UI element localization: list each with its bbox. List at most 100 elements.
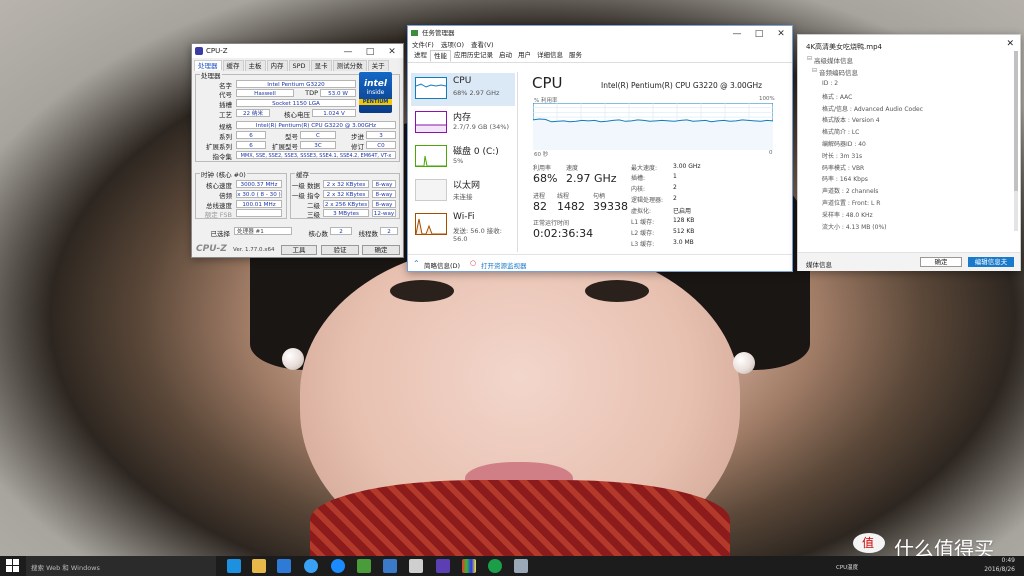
menu-view[interactable]: 查看(V) bbox=[471, 40, 494, 50]
store-icon[interactable] bbox=[277, 559, 291, 573]
processor-select[interactable]: 处理器 #1 bbox=[234, 227, 292, 235]
label-l1d: 一级 数据 bbox=[291, 182, 320, 190]
taskmgr-footer: ⌃ 简略信息(D) ○ 打开资源监视器 bbox=[408, 254, 792, 271]
value-model: C bbox=[300, 131, 336, 139]
tab-users[interactable]: 用户 bbox=[515, 50, 534, 62]
close-icon[interactable]: ✕ bbox=[770, 26, 792, 42]
kugou-icon[interactable] bbox=[331, 559, 345, 573]
tab-performance[interactable]: 性能 bbox=[430, 50, 451, 62]
tab-app-history[interactable]: 应用历史记录 bbox=[451, 50, 496, 62]
media-info-line: 声道位置 : Front: L R bbox=[822, 200, 881, 207]
value-l3: 3 MBytes bbox=[323, 209, 369, 217]
sidebar-item-disk[interactable]: 磁盘 0 (C:) 5% bbox=[411, 141, 515, 174]
cpuz-version: Ver. 1.77.0.x64 bbox=[233, 247, 275, 253]
label-multiplier: 倍频 bbox=[219, 192, 232, 200]
cpuz-tab-cache[interactable]: 缓存 bbox=[222, 60, 244, 71]
cpuz-tab-graphics[interactable]: 显卡 bbox=[310, 60, 332, 71]
close-icon[interactable]: ✕ bbox=[381, 44, 403, 60]
cpuz-titlebar[interactable]: CPU-Z — □ ✕ bbox=[192, 44, 403, 58]
cpu-temp-label[interactable]: CPU温度 bbox=[836, 563, 858, 571]
maximize-icon[interactable]: □ bbox=[359, 44, 381, 60]
windows-start-icon[interactable] bbox=[6, 559, 20, 573]
search-box[interactable]: 搜索 Web 和 Windows bbox=[26, 556, 216, 576]
sidebar-item-ethernet[interactable]: 以太网 未连接 bbox=[411, 175, 515, 208]
cpuz-tab-bench[interactable]: 测试分数 bbox=[332, 60, 367, 71]
media-info-line: 流大小 : 4.13 MB (0%) bbox=[822, 223, 887, 231]
value-virtualization: 已启用 bbox=[673, 208, 692, 215]
label-voltage: 核心电压 bbox=[284, 111, 310, 119]
media-info-label: 媒体信息 bbox=[806, 261, 832, 269]
cpuz-taskbar-icon[interactable] bbox=[436, 559, 450, 573]
chevron-up-icon[interactable]: ⌃ bbox=[413, 259, 420, 268]
cpuz-tab-about[interactable]: 关于 bbox=[367, 60, 389, 71]
media-info-line: ID : 2 bbox=[822, 80, 839, 87]
ok-button[interactable]: 确定 bbox=[362, 245, 400, 255]
browser-icon[interactable] bbox=[304, 559, 318, 573]
taskmgr-title: 任务管理器 bbox=[422, 29, 455, 37]
value-l1d: 2 x 32 KBytes bbox=[323, 180, 369, 188]
menu-file[interactable]: 文件(F) bbox=[412, 40, 434, 50]
taskmgr-tabs: 进程 性能 应用历史记录 启动 用户 详细信息 服务 bbox=[408, 50, 792, 63]
cpuz-tab-spd[interactable]: SPD bbox=[288, 60, 310, 71]
sidebar-item-memory[interactable]: 内存 2.7/7.9 GB (34%) bbox=[411, 107, 515, 140]
taskmgr-titlebar[interactable]: 任务管理器 — □ ✕ bbox=[408, 26, 792, 40]
label-revision: 修订 bbox=[351, 143, 364, 151]
cpuz-tab-memory[interactable]: 内存 bbox=[266, 60, 288, 71]
validate-button[interactable]: 验证 bbox=[321, 245, 359, 255]
label-virtualization: 虚拟化: bbox=[631, 208, 652, 215]
task-manager-taskbar-icon[interactable] bbox=[488, 559, 502, 573]
wallpaper-eye-right bbox=[585, 280, 649, 302]
memory-thumb-graph bbox=[415, 111, 447, 133]
value-threads: 1482 bbox=[557, 200, 585, 213]
tools-button[interactable]: 工具 bbox=[281, 245, 317, 255]
sidebar-item-wifi[interactable]: Wi-Fi 发送: 56.0 接收: 56.0 bbox=[411, 209, 515, 243]
scrollbar[interactable] bbox=[1014, 51, 1018, 231]
maximize-icon[interactable]: □ bbox=[748, 26, 770, 42]
close-icon[interactable]: ✕ bbox=[1006, 39, 1014, 49]
clock-time[interactable]: 0:49 bbox=[975, 557, 1015, 564]
resource-monitor-icon: ○ bbox=[470, 259, 477, 267]
cpuz-tabs: 处理器 缓存 主板 内存 SPD 显卡 测试分数 关于 bbox=[192, 60, 403, 71]
scrollbar-thumb[interactable] bbox=[1014, 51, 1018, 191]
edit-info-button[interactable]: 编辑信息夫 bbox=[968, 257, 1014, 267]
label-package: 插槽 bbox=[219, 101, 232, 109]
value-stepping: 3 bbox=[366, 131, 396, 139]
settings-gear-icon[interactable] bbox=[409, 559, 423, 573]
tree-collapse-icon[interactable]: ⊟ bbox=[807, 55, 812, 62]
monitor-app-icon[interactable] bbox=[514, 559, 528, 573]
label-speed: 速度 bbox=[566, 165, 579, 172]
wifi-thumb-graph bbox=[415, 213, 447, 235]
sidebar-item-cpu[interactable]: CPU 68% 2.97 GHz bbox=[411, 73, 515, 106]
media-ok-button[interactable]: 确定 bbox=[920, 257, 962, 267]
tab-processes[interactable]: 进程 bbox=[411, 50, 430, 62]
chat-app-icon[interactable] bbox=[383, 559, 397, 573]
sidebar-wifi-name: Wi-Fi bbox=[453, 212, 475, 222]
label-l1i: 一级 指令 bbox=[291, 192, 320, 200]
minimize-icon[interactable]: — bbox=[726, 26, 748, 42]
tree-root-label[interactable]: 高级媒体信息 bbox=[814, 55, 853, 65]
tab-startup[interactable]: 启动 bbox=[496, 50, 515, 62]
menu-options[interactable]: 选项(O) bbox=[441, 40, 464, 50]
cpuz-brand: CPU-Z bbox=[196, 244, 227, 254]
cpu-thumb-graph bbox=[415, 77, 447, 99]
cpu-utilization-graph bbox=[533, 103, 773, 150]
label-codename: 代号 bbox=[219, 91, 232, 99]
value-l2: 2 x 256 KBytes bbox=[323, 200, 369, 208]
cpuz-tab-mainboard[interactable]: 主板 bbox=[244, 60, 266, 71]
time-axis-label: 60 秒 bbox=[534, 152, 549, 158]
file-explorer-icon[interactable] bbox=[252, 559, 266, 573]
tab-details[interactable]: 详细信息 bbox=[534, 50, 566, 62]
media-app-icon[interactable] bbox=[462, 559, 476, 573]
tree-child-label[interactable]: 音频编码信息 bbox=[819, 67, 858, 77]
search-input[interactable]: 搜索 Web 和 Windows bbox=[31, 562, 100, 572]
clock-date[interactable]: 2016/8/26 bbox=[975, 566, 1015, 573]
minimize-icon[interactable]: — bbox=[337, 44, 359, 60]
task-view-icon[interactable] bbox=[227, 559, 241, 573]
photo-app-icon[interactable] bbox=[357, 559, 371, 573]
open-resource-monitor-link[interactable]: 打开资源监视器 bbox=[481, 260, 527, 270]
task-manager-window: 任务管理器 — □ ✕ 文件(F) 选项(O) 查看(V) 进程 性能 应用历史… bbox=[407, 25, 793, 272]
fewer-details-link[interactable]: 简略信息(D) bbox=[424, 260, 460, 270]
tree-collapse-icon[interactable]: ⊟ bbox=[812, 67, 817, 74]
tab-services[interactable]: 服务 bbox=[566, 50, 585, 62]
value-rated-fsb bbox=[236, 209, 282, 217]
